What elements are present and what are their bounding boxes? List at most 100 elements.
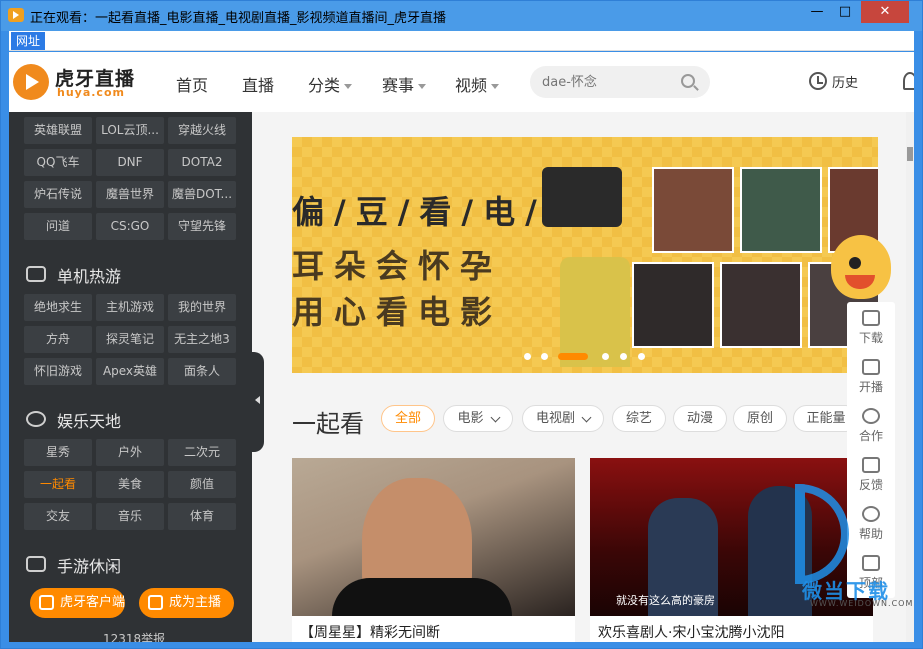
hero-banner[interactable]: 偏/豆/看/电/影 耳朵会怀孕 用心看电影 [292, 137, 878, 373]
nav-home[interactable]: 首页 [176, 72, 208, 96]
float-cooperation-label: 合作 [858, 429, 883, 443]
nav-events[interactable]: 赛事 [382, 72, 427, 96]
nav-video[interactable]: 视频 [455, 72, 500, 96]
video-subtitle: 就没有这么高的豪房 [616, 594, 715, 607]
category-chip[interactable]: 绝地求生 [24, 294, 92, 321]
close-button[interactable]: ✕ [861, 1, 909, 23]
category-chip[interactable]: 美食 [96, 471, 164, 498]
video-camera-icon [862, 359, 880, 375]
stream-title[interactable]: 【周星星】精彩无间断 [300, 622, 440, 642]
filter-all[interactable]: 全部 [381, 405, 435, 432]
category-chip[interactable]: 无主之地3 [168, 326, 236, 353]
address-label[interactable]: 网址 [11, 32, 46, 50]
search-box[interactable] [530, 66, 710, 98]
category-chip[interactable]: 探灵笔记 [96, 326, 164, 353]
category-chip[interactable]: 二次元 [168, 439, 236, 466]
client-download-label: 虎牙客户端 [60, 595, 126, 610]
category-chip[interactable]: DOTA2 [168, 149, 236, 176]
search-input[interactable] [542, 73, 672, 91]
game-chip-grid: 英雄联盟 LOL云顶... 穿越火线 QQ飞车 DNF DOTA2 炉石传说 魔… [24, 117, 236, 240]
category-chip[interactable]: QQ飞车 [24, 149, 92, 176]
category-chip[interactable]: 问道 [24, 213, 92, 240]
site-header: 虎牙直播 huya.com 首页 直播 分类 赛事 视频 历史 [9, 52, 914, 112]
category-chip[interactable]: 炉石传说 [24, 181, 92, 208]
category-chip[interactable]: 方舟 [24, 326, 92, 353]
mobile-game-icon [26, 556, 46, 572]
entertainment-chip-grid: 星秀 户外 二次元 一起看 美食 颜值 交友 音乐 体育 [24, 439, 236, 530]
filter-anime[interactable]: 动漫 [673, 405, 727, 432]
category-chip[interactable]: 穿越火线 [168, 117, 236, 144]
float-broadcast-label: 开播 [858, 380, 883, 394]
category-chip[interactable]: 我的世界 [168, 294, 236, 321]
stream-thumbnail[interactable] [292, 458, 575, 616]
category-chip[interactable]: 面条人 [168, 358, 236, 385]
logo-domain[interactable]: huya.com [57, 86, 125, 99]
edit-icon [862, 457, 880, 473]
film-camera-illustration [542, 167, 622, 227]
nav-category-label: 分类 [308, 76, 341, 95]
category-chip[interactable]: 魔兽DOT... [168, 181, 236, 208]
nav-live[interactable]: 直播 [242, 72, 274, 96]
huya-logo-icon[interactable] [13, 64, 49, 100]
category-chip[interactable]: 星秀 [24, 439, 92, 466]
history-link[interactable]: 历史 [832, 72, 858, 91]
carousel-dot[interactable] [541, 353, 548, 360]
microphone-icon [26, 411, 46, 427]
category-chip[interactable]: 交友 [24, 503, 92, 530]
category-chip[interactable]: DNF [96, 149, 164, 176]
nav-category[interactable]: 分类 [308, 72, 353, 96]
mascot-icon[interactable] [831, 235, 891, 299]
client-download-button[interactable]: 虎牙客户端 [30, 588, 125, 618]
single-chip-grid: 绝地求生 主机游戏 我的世界 方舟 探灵笔记 无主之地3 怀旧游戏 Apex英雄… [24, 294, 236, 385]
carousel-dot-active[interactable] [558, 353, 588, 360]
category-chip[interactable]: 魔兽世界 [96, 181, 164, 208]
stream-title[interactable]: 欢乐喜剧人·宋小宝沈腾小沈阳 [598, 622, 784, 642]
category-chip[interactable]: 守望先锋 [168, 213, 236, 240]
section-title-single: 单机热游 [57, 267, 122, 286]
category-chip[interactable]: 怀旧游戏 [24, 358, 92, 385]
stream-card[interactable]: 【周星星】精彩无间断 [292, 458, 575, 642]
actor-figure-shirt [332, 578, 512, 616]
sidebar-collapse-button[interactable] [252, 352, 264, 452]
category-chip[interactable]: 颜值 [168, 471, 236, 498]
filter-tv[interactable]: 电视剧 [522, 405, 604, 432]
banner-headline-2: 耳朵会怀孕 [292, 247, 503, 285]
page-scrollbar[interactable] [906, 112, 914, 642]
download-icon [39, 595, 54, 610]
filter-variety[interactable]: 综艺 [612, 405, 666, 432]
chevron-down-icon [418, 84, 427, 89]
search-icon[interactable] [681, 74, 695, 88]
minimize-button[interactable]: — [803, 1, 831, 23]
user-icon[interactable] [903, 72, 914, 90]
address-bar[interactable]: 网址 [9, 31, 914, 51]
float-download[interactable]: 下载 [847, 310, 895, 346]
carousel-dot[interactable] [602, 353, 609, 360]
qrcode-icon [862, 310, 880, 326]
carousel-dot[interactable] [638, 353, 645, 360]
float-cooperation[interactable]: 合作 [847, 408, 895, 444]
category-chip[interactable]: 音乐 [96, 503, 164, 530]
window-title: 正在观看：一起看直播_电影直播_电视剧直播_影视频道直播间_虎牙直播 [30, 11, 447, 26]
filter-movie[interactable]: 电影 [443, 405, 513, 432]
category-chip[interactable]: LOL云顶... [96, 117, 164, 144]
maximize-button[interactable]: □ [831, 1, 859, 23]
carousel-dot[interactable] [524, 353, 531, 360]
category-chip[interactable]: CS:GO [96, 213, 164, 240]
float-broadcast[interactable]: 开播 [847, 359, 895, 395]
handshake-icon [862, 408, 880, 424]
report-link[interactable]: 12318举报 [103, 630, 165, 642]
clock-icon[interactable] [809, 72, 827, 90]
carousel-dot[interactable] [620, 353, 627, 360]
category-chip[interactable]: 体育 [168, 503, 236, 530]
category-chip[interactable]: 户外 [96, 439, 164, 466]
become-anchor-button[interactable]: 成为主播 [139, 588, 234, 618]
nav-video-label: 视频 [455, 76, 488, 95]
category-chip[interactable]: 主机游戏 [96, 294, 164, 321]
filter-original[interactable]: 原创 [733, 405, 787, 432]
chevron-down-icon [581, 412, 592, 422]
scrollbar-thumb[interactable] [907, 147, 913, 161]
banner-headline-3: 用心看电影 [292, 293, 503, 331]
category-chip[interactable]: Apex英雄 [96, 358, 164, 385]
category-chip[interactable]: 英雄联盟 [24, 117, 92, 144]
category-chip-active[interactable]: 一起看 [24, 471, 92, 498]
